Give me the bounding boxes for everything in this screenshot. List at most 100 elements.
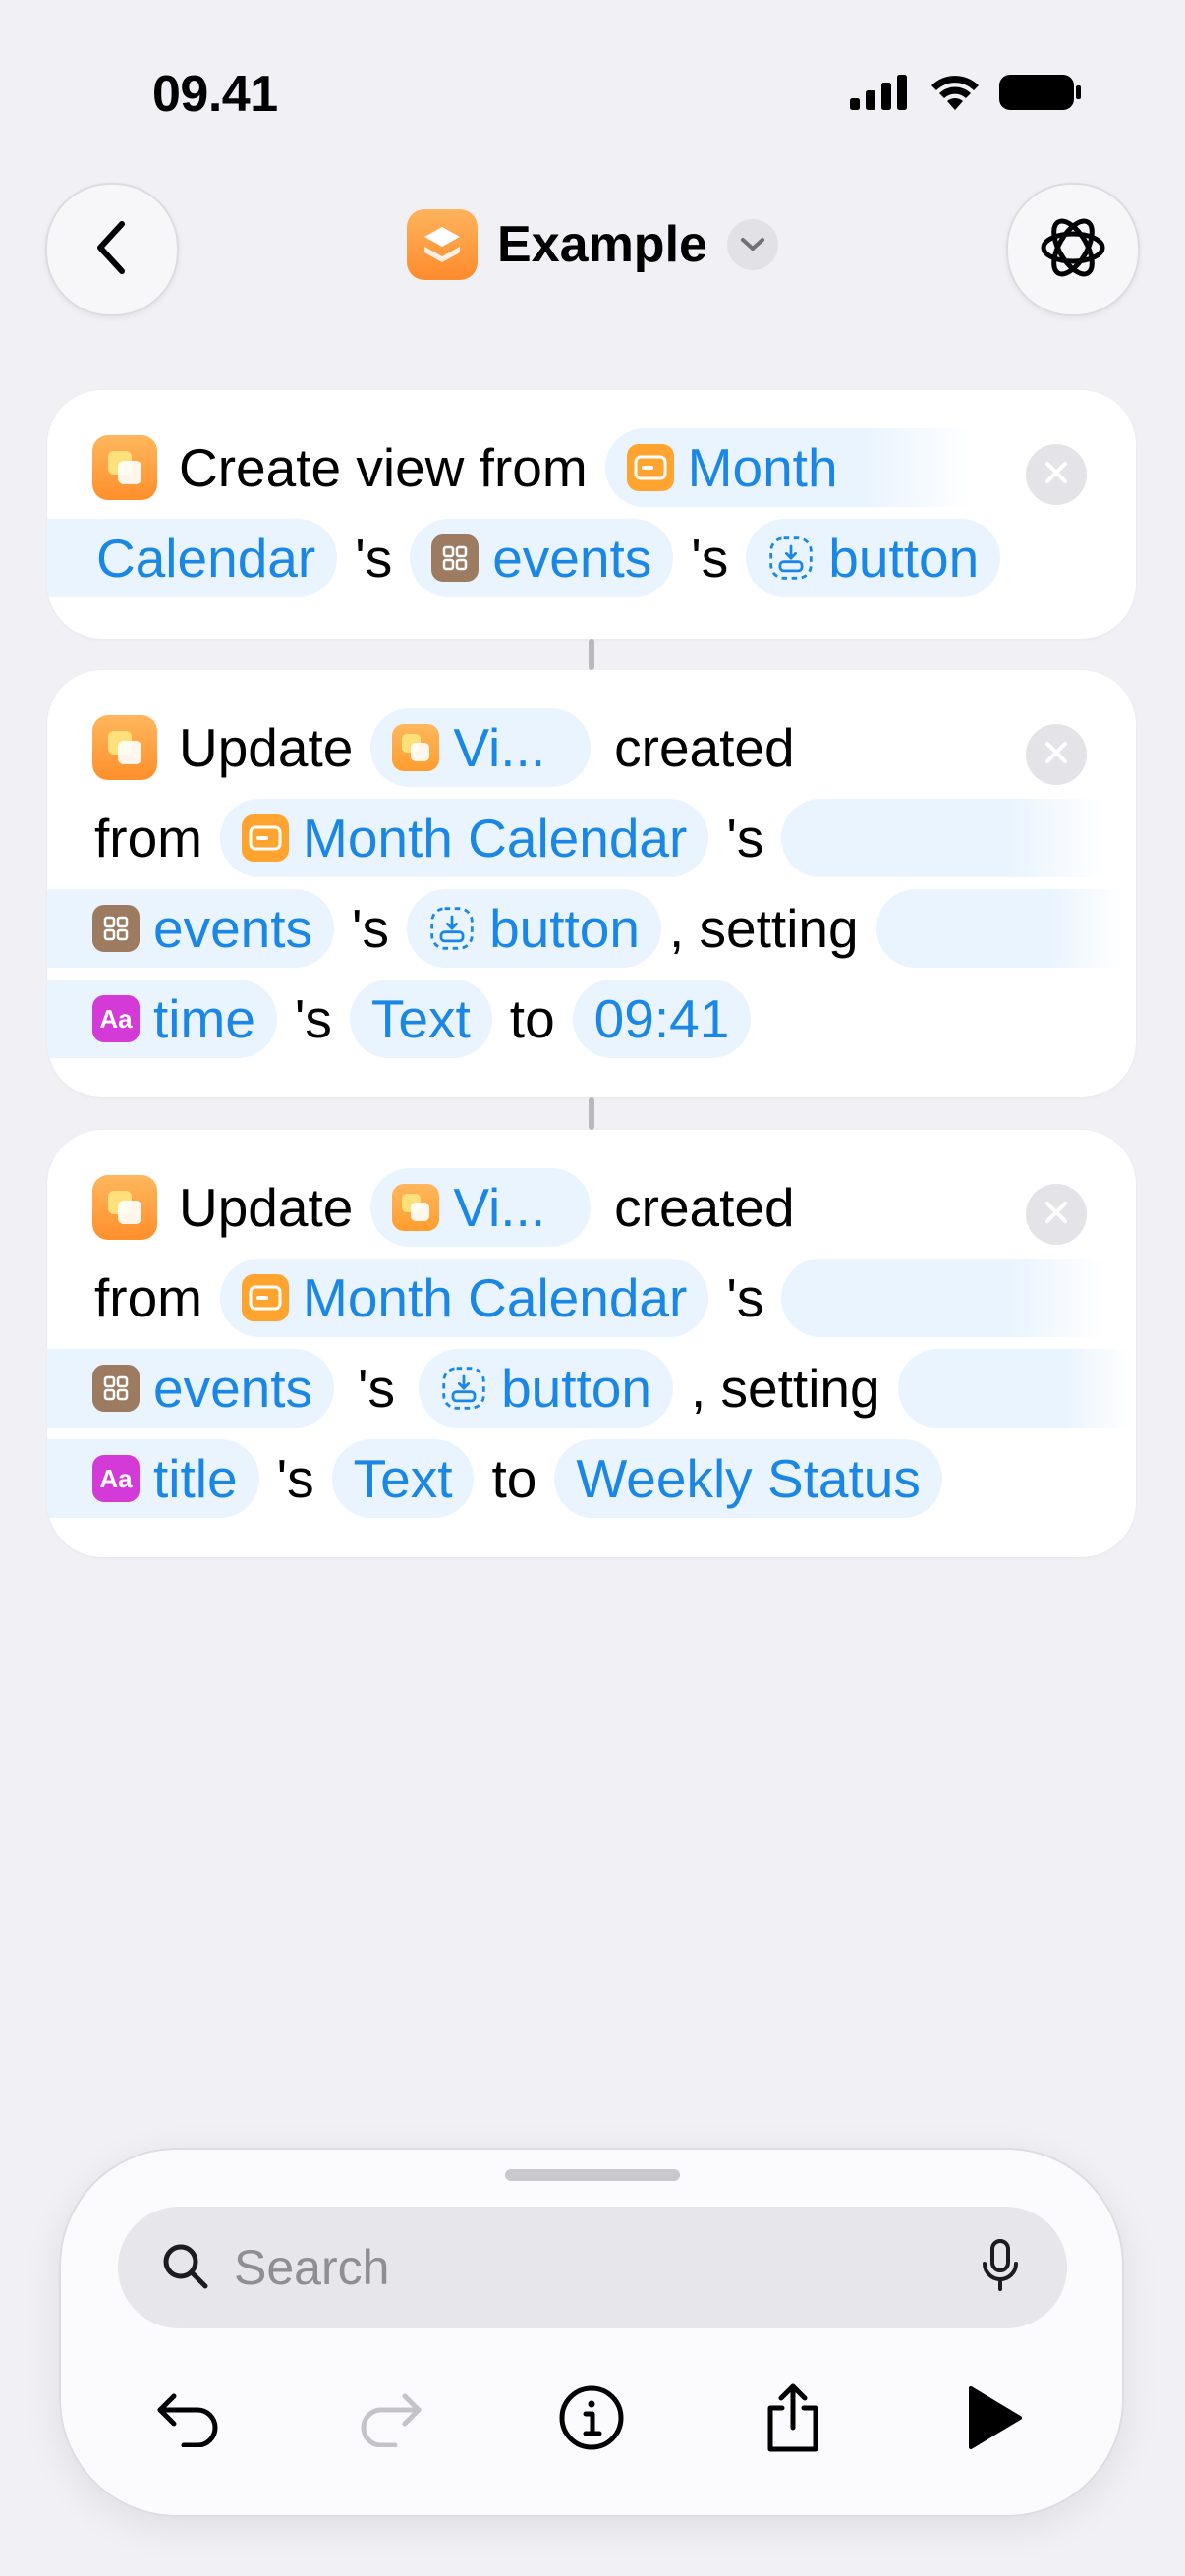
wrapped-pill-start[interactable] — [897, 1349, 1132, 1428]
run-button[interactable] — [950, 2376, 1039, 2464]
action-card-create-view[interactable]: Create view from Month Calendar 's event… — [47, 390, 1136, 639]
button-element-icon — [767, 534, 815, 582]
share-button[interactable] — [749, 2376, 837, 2464]
action-card-update-title[interactable]: Update Vi... created from Month Calendar… — [47, 1130, 1136, 1557]
close-icon — [1043, 739, 1070, 771]
variable-label: Month Calendar — [303, 808, 688, 868]
action-connector — [589, 1097, 594, 1130]
share-icon — [762, 2382, 823, 2458]
redo-icon — [356, 2388, 424, 2452]
calendar-variable-icon — [626, 444, 674, 491]
property-text[interactable]: Text — [331, 1439, 475, 1518]
variable-label: Vi... — [453, 717, 546, 778]
play-icon — [965, 2384, 1024, 2456]
variable-label: Calendar — [96, 528, 316, 588]
remove-action-button[interactable] — [1026, 724, 1087, 785]
apple-intelligence-button[interactable] — [1006, 183, 1140, 316]
search-bar[interactable] — [118, 2207, 1067, 2328]
variable-month-calendar[interactable]: Month Calendar — [220, 799, 709, 877]
cellular-signal-icon — [850, 75, 911, 115]
undo-button[interactable] — [144, 2376, 233, 2464]
wrapped-pill-start[interactable] — [875, 889, 1122, 968]
grid-icon — [431, 534, 480, 582]
action-card-update-time[interactable]: Update Vi... created from Month Calendar… — [47, 670, 1136, 1097]
search-input[interactable] — [232, 2238, 981, 2297]
sheet-grabber[interactable] — [505, 2169, 680, 2181]
grid-icon — [92, 905, 140, 952]
setting-text: , setting — [668, 898, 859, 959]
status-icons — [850, 73, 1082, 117]
button-element-icon — [440, 1365, 487, 1412]
variable-label: Month Calendar — [303, 1267, 688, 1328]
property-events[interactable]: events — [47, 1349, 335, 1428]
possessive-text: 's — [726, 808, 764, 868]
grid-icon — [92, 1365, 140, 1412]
possessive-text: 's — [294, 988, 332, 1049]
property-label: events — [153, 898, 313, 959]
editor-toolbar — [59, 2376, 1124, 2484]
field-time[interactable]: Aa time — [47, 980, 277, 1058]
variable-month-calendar[interactable]: Month — [604, 428, 973, 507]
property-label: Text — [353, 1448, 453, 1509]
view-variable-icon — [392, 1184, 440, 1231]
search-icon — [159, 2240, 210, 2296]
possessive-text: 's — [355, 528, 393, 588]
property-text[interactable]: Text — [349, 980, 492, 1058]
property-button[interactable]: button — [419, 1349, 673, 1428]
property-label: events — [153, 1358, 313, 1419]
variable-month-calendar-continued[interactable]: Calendar — [47, 519, 338, 597]
variable-month-calendar[interactable]: Month Calendar — [220, 1259, 709, 1337]
from-text: from — [94, 1267, 202, 1328]
setting-text: , setting — [690, 1358, 880, 1419]
shortcuts-app-icon — [407, 209, 479, 280]
to-text: to — [491, 1448, 537, 1509]
variable-label: Month — [687, 437, 838, 498]
redo-button[interactable] — [346, 2376, 434, 2464]
calendar-variable-icon — [242, 814, 289, 862]
possessive-text: 's — [726, 1267, 764, 1328]
variable-view[interactable]: Vi... — [370, 708, 592, 787]
property-events[interactable]: events — [47, 889, 335, 968]
variable-view[interactable]: Vi... — [370, 1168, 592, 1247]
wrapped-pill-start[interactable] — [781, 799, 1106, 877]
info-icon — [558, 2384, 625, 2456]
close-icon — [1043, 1199, 1070, 1231]
possessive-text: 's — [352, 898, 390, 959]
status-time: 09.41 — [152, 66, 278, 123]
property-button[interactable]: button — [746, 519, 1001, 597]
value-field[interactable]: Weekly Status — [554, 1439, 942, 1518]
remove-action-button[interactable] — [1026, 1184, 1087, 1245]
field-title[interactable]: Aa title — [47, 1439, 259, 1518]
undo-icon — [154, 2388, 223, 2452]
created-text: created — [614, 717, 795, 778]
remove-action-button[interactable] — [1026, 444, 1087, 505]
property-label: button — [501, 1358, 651, 1419]
text-field-icon: Aa — [92, 995, 140, 1042]
calendar-variable-icon — [242, 1274, 289, 1321]
property-label: button — [828, 528, 980, 588]
battery-icon — [999, 73, 1082, 117]
property-events[interactable]: events — [410, 519, 674, 597]
chevron-down-icon[interactable] — [726, 219, 778, 270]
property-label: events — [492, 528, 652, 588]
property-button[interactable]: button — [407, 889, 661, 968]
update-view-action-icon — [92, 1175, 157, 1240]
value-field[interactable]: 09:41 — [572, 980, 752, 1058]
info-button[interactable] — [547, 2376, 636, 2464]
variable-label: Vi... — [453, 1177, 546, 1238]
page-title: Example — [497, 216, 707, 273]
microphone-icon[interactable] — [981, 2238, 1020, 2298]
possessive-text: 's — [358, 1358, 396, 1419]
apple-intelligence-icon — [1038, 212, 1108, 288]
property-label: Text — [370, 988, 471, 1049]
created-text: created — [614, 1177, 795, 1238]
wifi-icon — [929, 73, 982, 117]
wrapped-pill-start[interactable] — [781, 1259, 1106, 1337]
value-label: Weekly Status — [576, 1448, 921, 1509]
text-field-icon: Aa — [92, 1455, 140, 1502]
possessive-text: 's — [691, 528, 729, 588]
action-search-sheet — [59, 2148, 1124, 2517]
possessive-text: 's — [276, 1448, 314, 1509]
property-label: button — [489, 898, 640, 959]
value-label: 09:41 — [593, 988, 730, 1049]
